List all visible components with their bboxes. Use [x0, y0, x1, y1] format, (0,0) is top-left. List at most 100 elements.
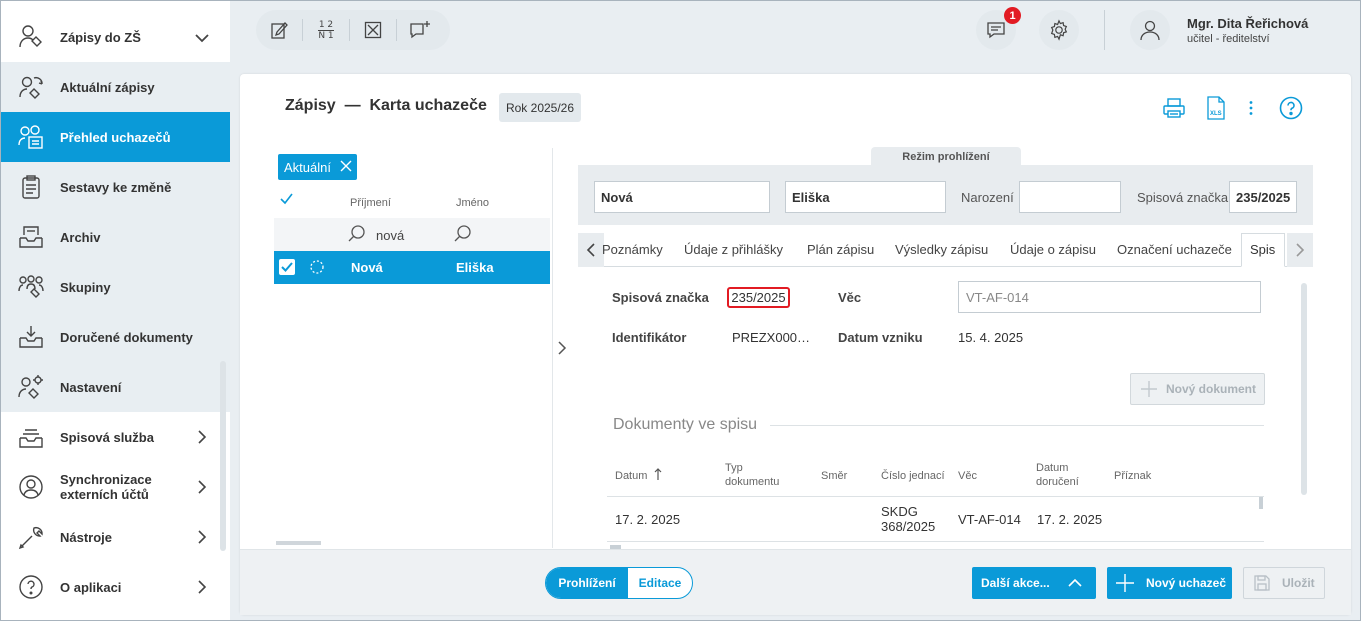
plus-icon: [1141, 381, 1157, 397]
more-actions-button[interactable]: Další akce...: [972, 567, 1096, 599]
view-mode-button[interactable]: Prohlížení: [546, 568, 628, 598]
sync-label-line2: externích účtů: [60, 487, 149, 502]
spis-file-number-label: Spisová značka: [612, 290, 709, 305]
list-scrollbar[interactable]: [276, 541, 321, 545]
column-header-date-label: Datum: [615, 470, 648, 482]
tab-application-data[interactable]: Údaje z přihlášky: [684, 242, 783, 257]
edit-icon: [271, 22, 288, 39]
sidebar-item-label: Skupiny: [60, 279, 111, 295]
close-box-button[interactable]: [350, 10, 396, 50]
sidebar-item-about[interactable]: O aplikaci: [1, 562, 230, 612]
filter-chip-label: Aktuální: [284, 159, 331, 175]
horizontal-scrollbar[interactable]: [610, 545, 621, 549]
save-button[interactable]: Uložit: [1243, 567, 1325, 599]
person-settings-icon: [18, 375, 43, 399]
table-scrollbar[interactable]: [1259, 497, 1263, 509]
column-header-doc-type-line2: dokumentu: [725, 476, 780, 488]
detail-scrollbar[interactable]: [1301, 283, 1307, 495]
tab-file[interactable]: Spis: [1241, 233, 1285, 267]
year-badge: Rok 2025/26: [499, 93, 581, 122]
edit-button[interactable]: [256, 10, 302, 50]
sidebar-item-reports[interactable]: Sestavy ke změně: [1, 162, 230, 212]
column-header-delivered[interactable]: Datum doručení: [1036, 461, 1079, 489]
sidebar-item-archive[interactable]: Archiv: [1, 212, 230, 262]
applicants-list-icon: [18, 125, 43, 149]
sidebar-item-received-documents[interactable]: Doručené dokumenty: [1, 312, 230, 362]
sidebar-scrollbar[interactable]: [220, 361, 226, 551]
row-checkbox[interactable]: [279, 259, 295, 275]
new-document-button[interactable]: Nový dokument: [1130, 373, 1265, 405]
tabs-next-button[interactable]: [1287, 233, 1313, 267]
surname-filter-input[interactable]: nová: [376, 228, 404, 243]
add-comment-icon: [410, 21, 430, 39]
numbering-glyph-top: 1 2: [318, 19, 334, 31]
more-vertical-icon: [1249, 101, 1253, 115]
print-button[interactable]: [1161, 95, 1187, 121]
sidebar-item-sync-accounts[interactable]: Synchronizace externích účtů: [1, 462, 230, 512]
refresh-person-icon: [19, 76, 43, 99]
export-xls-button[interactable]: XLS: [1203, 95, 1229, 121]
sidebar-item-applicants-overview[interactable]: Přehled uchazečů: [1, 112, 230, 162]
search-icon[interactable]: [454, 224, 472, 242]
sidebar-item-label: Archiv: [60, 229, 101, 245]
help-button[interactable]: [1278, 95, 1304, 121]
column-header-date[interactable]: Datum: [615, 468, 662, 483]
cell-ref-number-line1: SKDG: [881, 504, 918, 519]
numbering-button[interactable]: 1 2 N 1: [303, 10, 349, 50]
close-box-icon: [364, 21, 382, 39]
section-divider: [770, 425, 1264, 426]
sidebar-item-label: Přehled uchazečů: [60, 129, 171, 145]
avatar[interactable]: [1130, 10, 1170, 50]
sidebar-item-tools[interactable]: Nástroje: [1, 512, 230, 562]
tab-enrollment-results[interactable]: Výsledky zápisu: [895, 242, 988, 257]
tab-enrollment-plan[interactable]: Plán zápisu: [807, 242, 874, 257]
name-field[interactable]: Eliška: [785, 181, 946, 213]
column-header-name[interactable]: Jméno: [456, 197, 489, 209]
column-header-flag[interactable]: Příznak: [1114, 469, 1151, 483]
column-header-direction[interactable]: Směr: [821, 469, 847, 483]
sync-label-line1: Synchronizace: [60, 472, 152, 487]
new-applicant-button[interactable]: Nový uchazeč: [1107, 567, 1232, 599]
sidebar-item-label: Sestavy ke změně: [60, 179, 172, 195]
column-header-surname[interactable]: Příjmení: [350, 197, 391, 209]
sidebar-item-file-service[interactable]: Spisová služba: [1, 412, 230, 462]
chevron-down-icon[interactable]: [194, 30, 210, 46]
sidebar-item-current-enrollments[interactable]: Aktuální zápisy: [1, 62, 230, 112]
column-header-ref-number[interactable]: Číslo jednací: [881, 469, 945, 483]
tab-enrollment-info[interactable]: Údaje o zápisu: [1010, 242, 1096, 257]
sidebar-item-label: Aktuální zápisy: [60, 79, 155, 95]
sidebar-item-settings[interactable]: Nastavení: [1, 362, 230, 412]
applicant-module-icon: [19, 25, 42, 48]
add-comment-button[interactable]: [397, 10, 443, 50]
inbox-download-icon: [19, 326, 43, 348]
spis-matter-field[interactable]: VT-AF-014: [958, 281, 1261, 313]
tab-notes[interactable]: Poznámky: [602, 242, 663, 257]
tabs-prev-button[interactable]: [578, 233, 604, 267]
close-icon[interactable]: [339, 159, 353, 173]
file-number-field[interactable]: 235/2025: [1229, 181, 1297, 213]
user-role: učitel - ředitelství: [1187, 33, 1270, 45]
cell-delivered: 17. 2. 2025: [1037, 512, 1103, 527]
filter-chip[interactable]: Aktuální: [278, 154, 357, 180]
filter-row: nová: [274, 218, 550, 251]
sidebar-item-groups[interactable]: Skupiny: [1, 262, 230, 312]
chevron-right-icon: [198, 580, 207, 594]
tab-applicant-marking[interactable]: Označení uchazeče: [1117, 242, 1232, 257]
new-applicant-label: Nový uchazeč: [1146, 576, 1227, 590]
edit-mode-button[interactable]: Editace: [628, 568, 692, 598]
table-row[interactable]: Nová Eliška: [274, 251, 550, 284]
column-header-doc-type[interactable]: Typ dokumentu: [725, 461, 779, 489]
spis-created-label: Datum vzniku: [838, 330, 923, 345]
user-name[interactable]: Mgr. Dita Řeřichová: [1187, 16, 1308, 31]
chevron-right-icon[interactable]: [556, 341, 568, 355]
sidebar-item-label: Spisová služba: [60, 429, 154, 445]
column-header-matter[interactable]: Věc: [958, 469, 977, 483]
chevron-right-icon: [1296, 243, 1305, 257]
settings-button[interactable]: [1039, 10, 1079, 50]
check-all-icon[interactable]: [280, 193, 293, 205]
birth-field[interactable]: [1019, 181, 1121, 213]
more-menu-button[interactable]: [1238, 95, 1264, 121]
surname-field[interactable]: Nová: [594, 181, 770, 213]
module-selector[interactable]: Zápisy do ZŠ: [1, 12, 230, 62]
sidebar-item-label: O aplikaci: [60, 579, 122, 595]
